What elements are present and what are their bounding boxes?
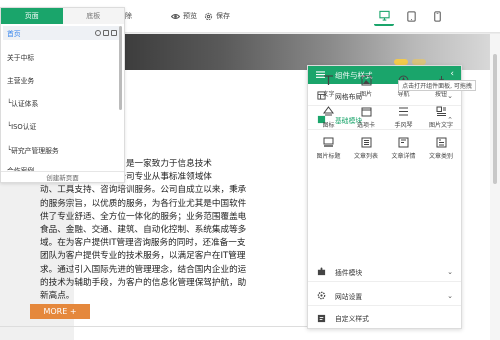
page-item-label: 研究产管理服务	[11, 147, 59, 155]
module-article-list[interactable]: 文章列表	[348, 134, 385, 164]
intro-line: 新高点。	[40, 291, 75, 302]
section-plugin-modules[interactable]: 插件模块 ⌄	[308, 262, 461, 282]
scrollbar-thumb[interactable]	[493, 54, 497, 184]
page-item[interactable]: └ ISO认证	[3, 119, 119, 133]
tab-base[interactable]: 底板	[62, 8, 124, 24]
pages-panel: 页面 底板 首页 关于中标 主营业务 └ 认证体系 └ ISO认证 └ 研究产管…	[0, 7, 125, 183]
intro-line: 动、工具支持、咨询培训服务。公司自成立以来，秉承	[40, 185, 247, 196]
gear-icon	[204, 12, 213, 20]
intro-line: 的服务宗旨，以优质的服务，为各行业尤其是中国软件	[40, 198, 247, 209]
device-mobile-button[interactable]	[427, 6, 447, 26]
image-icon	[361, 75, 371, 86]
page-item-actions	[95, 30, 117, 36]
module-label: 选项卡	[356, 122, 375, 129]
page-item-home[interactable]: 首页	[3, 26, 119, 40]
module-label: 文章列表	[353, 153, 378, 160]
gear-icon	[317, 291, 326, 300]
intro-line: 域。在为客户提供IT管理咨询服务的同时，还准备一支	[40, 238, 246, 249]
page-item-label: 关于中标	[7, 54, 35, 62]
create-page-button[interactable]: 创建新页面	[1, 171, 124, 182]
text-icon	[324, 75, 333, 85]
settings-icon[interactable]	[95, 30, 101, 36]
more-button[interactable]: MORE +	[30, 304, 90, 319]
module-article-category[interactable]: 文章类别	[423, 134, 460, 164]
page-item[interactable]: └ 研究产管理服务	[3, 143, 119, 157]
module-text[interactable]: 文字	[310, 72, 347, 102]
section-label: 网站设置	[335, 292, 363, 301]
page-item-label: ISO认证	[11, 123, 37, 131]
section-label: 自定义样式	[335, 315, 369, 323]
article-list-icon	[361, 137, 371, 148]
image-title-icon	[323, 137, 334, 147]
chevron-down-icon: ⌄	[447, 267, 453, 276]
shape-icon	[323, 106, 334, 116]
section-site-settings[interactable]: 网站设置 ⌄	[308, 286, 461, 306]
module-label: 图片文字	[428, 122, 453, 129]
component-panel-tooltip: 点击打开组件面板, 可拖拽	[398, 80, 476, 91]
module-image-text[interactable]: 图片文字	[423, 103, 460, 133]
section-label: 插件模块	[335, 268, 363, 277]
page-item-label: 主营业务	[7, 77, 35, 85]
section-divider	[0, 326, 360, 327]
chevron-down-icon: ⌄	[447, 291, 453, 300]
module-image[interactable]: 图片	[348, 72, 385, 102]
module-label: 图标	[322, 122, 335, 129]
preview-label: 预览	[183, 12, 197, 20]
accordion-icon	[399, 107, 408, 116]
pages-panel-tabs: 页面 底板	[1, 8, 124, 24]
module-label: 文章详情	[391, 153, 416, 160]
module-label: 文章类别	[428, 153, 453, 160]
module-label: 图片标题	[316, 153, 341, 160]
device-tablet-button[interactable]	[401, 6, 421, 26]
module-label: 图片	[359, 91, 372, 98]
page-item-label: 首页	[7, 30, 21, 38]
section-custom-style[interactable]: 自定义样式	[308, 308, 461, 328]
image-text-icon	[436, 106, 446, 116]
eye-icon	[171, 13, 180, 19]
article-category-icon	[436, 137, 446, 148]
intro-line: 的技术为辅助手段，为客户的信息化管理保驾护航，助	[40, 277, 247, 288]
device-desktop-button[interactable]	[374, 6, 394, 26]
module-image-title[interactable]: 图片标题	[310, 134, 347, 164]
intro-line: 求。通过引入国际先进的管理理念，结合国内企业的运	[40, 264, 247, 275]
custom-style-icon	[317, 314, 326, 322]
canvas-scrollbar[interactable]	[490, 34, 500, 340]
mobile-icon	[433, 10, 441, 22]
module-tabs[interactable]: 选项卡	[348, 103, 385, 133]
module-shape[interactable]: 图标	[310, 103, 347, 133]
module-label: 文字	[322, 91, 335, 98]
tablet-icon	[406, 10, 416, 22]
copy-icon[interactable]	[103, 30, 109, 36]
component-panel: 组件与样式 ‹ 网格布局 ⌄ 基础模块 ⌃ 文字 图片 导航 按钮 图标 选项卡 手风琴 图片…	[307, 65, 462, 329]
intro-line: 供了专业舒适、全方位一体化的服务；业务范围覆盖电	[40, 211, 247, 222]
module-accordion[interactable]: 手风琴	[385, 103, 422, 133]
page-item[interactable]: 主营业务	[3, 73, 119, 87]
save-label: 保存	[216, 12, 230, 20]
intro-line: 团队为客户提供专业的技术服务，以满足客户在IT管理	[40, 251, 246, 262]
module-article-detail[interactable]: 文章详情	[385, 134, 422, 164]
preview-button[interactable]: 预览	[171, 11, 197, 21]
article-detail-icon	[398, 137, 409, 148]
module-label: 手风琴	[394, 122, 413, 129]
tab-pages[interactable]: 页面	[1, 8, 63, 24]
pages-scrollbar[interactable]	[119, 26, 122, 110]
page-item[interactable]: 关于中标	[3, 50, 119, 64]
desktop-icon	[378, 10, 390, 21]
tabs-icon	[361, 107, 371, 117]
save-button[interactable]: 保存	[204, 11, 230, 21]
intro-line: 食品、金融、交通、建筑、自动化控制、系统集成等多	[40, 225, 247, 236]
page-item-label: 认证体系	[11, 100, 39, 108]
delete-icon[interactable]	[111, 30, 117, 36]
page-item[interactable]: └ 认证体系	[3, 96, 119, 110]
puzzle-icon	[317, 267, 326, 276]
